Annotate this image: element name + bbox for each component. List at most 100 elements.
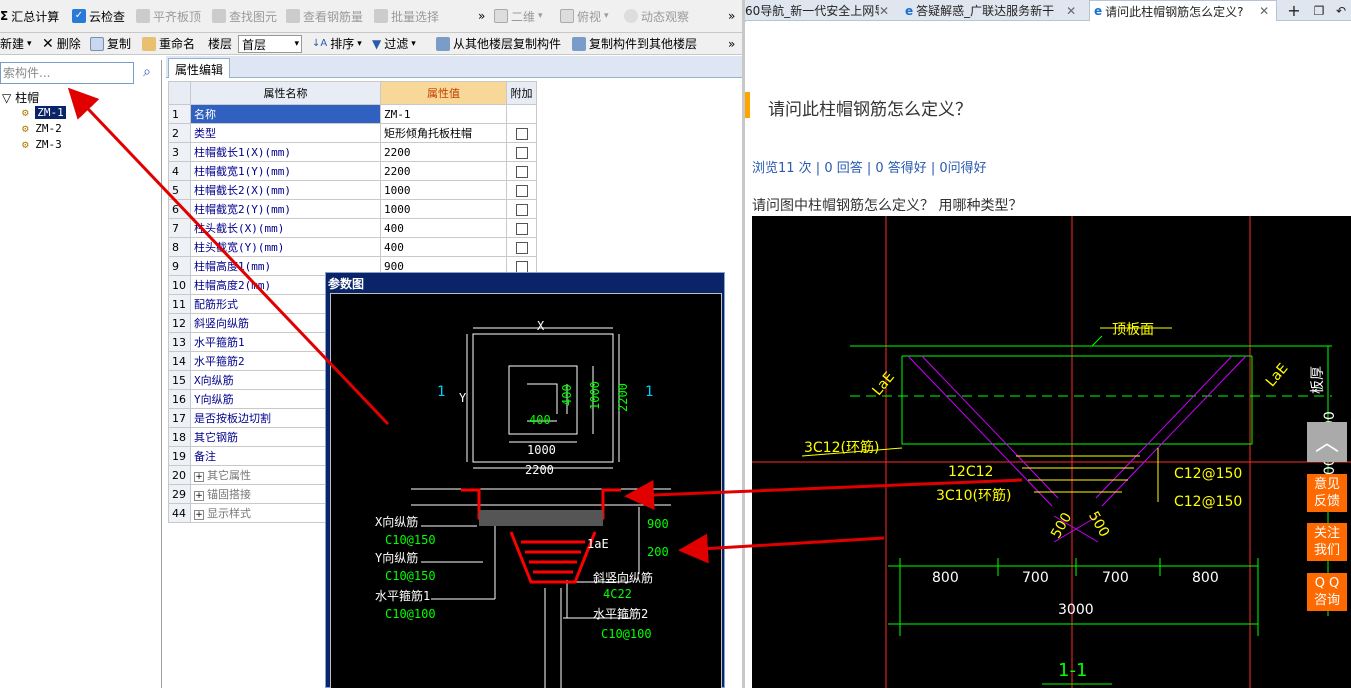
copy-to-floor-button[interactable]: 复制构件到其他楼层 [572, 33, 697, 54]
filter-button[interactable]: ▼ 过滤 ▾ [372, 33, 416, 54]
new-tab-button[interactable]: + [1283, 0, 1305, 21]
floor-select[interactable]: 首层 ▾ [238, 35, 302, 53]
property-value[interactable]: 2200 [380, 161, 507, 181]
tree-item-zm2[interactable]: ⚙ ZM-2 [22, 122, 62, 135]
table-row[interactable]: 4 柱帽截宽1(Y)(mm) 2200 [168, 161, 537, 181]
search-icon[interactable]: ⌕ [138, 64, 156, 82]
property-value[interactable]: 1000 [380, 199, 507, 219]
extra-checkbox[interactable] [515, 165, 528, 178]
close-icon[interactable]: ✕ [1259, 4, 1269, 18]
property-extra[interactable] [506, 199, 537, 219]
view-2d-dropdown[interactable]: 二维 ▾ [494, 0, 543, 32]
sort-button[interactable]: ↓A 排序 ▾ [312, 33, 362, 54]
header-extra: 附加 [506, 81, 537, 105]
feedback-button[interactable]: 意见 反馈 [1307, 474, 1347, 512]
property-name[interactable]: 柱帽截长2(X)(mm) [190, 180, 381, 200]
toolbar-more-2[interactable]: » [728, 0, 735, 32]
property-name-text: Y向纵筋 [194, 393, 234, 406]
cad-dim-total: 3000 [1058, 602, 1094, 618]
chevron-down-icon: ▾ [604, 11, 609, 21]
extra-checkbox[interactable] [515, 222, 528, 235]
browser-tab-2[interactable]: e 答疑解惑_广联达服务新干 ✕ [901, 0, 1083, 21]
toolbar-more-1[interactable]: » [478, 0, 485, 32]
property-extra[interactable] [506, 218, 537, 238]
extra-checkbox[interactable] [515, 146, 528, 159]
summary-calc-button[interactable]: Σ 汇总计算 [0, 0, 59, 32]
toolbar-more-3[interactable]: » [728, 33, 735, 54]
chevron-down-icon: ▾ [357, 38, 362, 49]
delete-button[interactable]: ✕ 删除 [42, 33, 81, 54]
back-to-top-button[interactable]: ︿ [1307, 422, 1347, 462]
close-icon[interactable]: ✕ [1066, 4, 1076, 18]
tree-item-zm3[interactable]: ⚙ ZM-3 [22, 138, 62, 151]
property-extra[interactable] [506, 180, 537, 200]
table-row[interactable]: 7 柱头截长(X)(mm) 400 [168, 218, 537, 238]
property-extra[interactable] [506, 123, 537, 143]
extra-checkbox[interactable] [515, 127, 528, 140]
browser-tab-1[interactable]: 60导航_新一代安全上网导 ✕ [745, 0, 895, 21]
main-toolbar: Σ 汇总计算 ✓ 云检查 平齐板顶 查找图元 查看钢筋量 批量选择 » 二维 ▾ 俯视… [0, 0, 742, 33]
table-row[interactable]: 5 柱帽截长2(X)(mm) 1000 [168, 180, 537, 200]
extra-checkbox[interactable] [515, 260, 528, 273]
extra-checkbox[interactable] [515, 241, 528, 254]
align-slab-top-button[interactable]: 平齐板顶 [136, 0, 201, 32]
value-hoop1: C10@100 [385, 607, 436, 621]
batch-select-button[interactable]: 批量选择 [374, 0, 439, 32]
rename-button[interactable]: 重命名 [142, 33, 195, 54]
extra-checkbox[interactable] [515, 203, 528, 216]
chevron-down-icon: ▾ [294, 39, 299, 49]
cloud-check-button[interactable]: ✓ 云检查 [72, 0, 125, 32]
property-name[interactable]: 柱帽截宽1(Y)(mm) [190, 161, 381, 181]
extra-checkbox[interactable] [515, 184, 528, 197]
param-diagram-dialog[interactable]: 参数图 X Y 1000 2200 X向纵筋 Y向纵筋 水平箍筋1 斜竖向纵筋 … [325, 272, 725, 688]
table-row[interactable]: 6 柱帽截宽2(Y)(mm) 1000 [168, 199, 537, 219]
row-number: 4 [168, 161, 191, 181]
tree-root[interactable]: ▽ 柱帽 [2, 89, 39, 106]
property-name[interactable]: 类型 [190, 123, 381, 143]
property-extra[interactable] [506, 161, 537, 181]
view-rebar-button[interactable]: 查看钢筋量 [286, 0, 363, 32]
property-extra[interactable] [506, 237, 537, 257]
tab-property-edit[interactable]: 属性编辑 [168, 58, 231, 78]
copy-from-floor-button[interactable]: 从其他楼层复制构件 [436, 33, 561, 54]
property-tab-bar: 属性编辑 [166, 56, 742, 78]
qq-consult-button[interactable]: Q Q 咨询 [1307, 573, 1347, 611]
property-name[interactable]: 柱头截宽(Y)(mm) [190, 237, 381, 257]
find-element-button[interactable]: 查找图元 [212, 0, 277, 32]
property-value[interactable]: 矩形倾角托板柱帽 [380, 123, 507, 143]
property-value[interactable]: 2200 [380, 142, 507, 162]
follow-us-button[interactable]: 关注 我们 [1307, 523, 1347, 561]
new-button[interactable]: 新建 ▾ [0, 33, 32, 54]
restore-icon[interactable]: ❐ [1309, 0, 1329, 21]
property-name[interactable]: 名称 [190, 104, 381, 124]
property-value[interactable]: ZM-1 [380, 104, 507, 124]
gear-icon: ⚙ [22, 122, 29, 135]
cad-lae-right: LaE [1263, 360, 1291, 390]
dynamic-view-button[interactable]: 动态观察 [624, 0, 689, 32]
property-name[interactable]: 柱头截长(X)(mm) [190, 218, 381, 238]
search-input[interactable]: 索构件... [0, 62, 134, 84]
component-toolbar: 新建 ▾ ✕ 删除 复制 重命名 楼层 首层 ▾ ↓A 排序 ▾ ▼ 过滤 ▾ 从其他楼层复制… [0, 33, 742, 55]
close-icon[interactable]: ✕ [879, 4, 889, 18]
property-name[interactable]: 柱帽截宽2(Y)(mm) [190, 199, 381, 219]
table-row[interactable]: 8 柱头截宽(Y)(mm) 400 [168, 237, 537, 257]
top-view-dropdown[interactable]: 俯视 ▾ [560, 0, 609, 32]
browser-tab-3[interactable]: e 请问此柱帽钢筋怎么定义? ✕ [1089, 0, 1277, 21]
expand-icon[interactable]: + [194, 510, 204, 520]
property-value[interactable]: 400 [380, 237, 507, 257]
chevron-down-icon: ▾ [27, 38, 32, 49]
undo-icon[interactable]: ↶ [1331, 0, 1351, 21]
table-row[interactable]: 1 名称 ZM-1 [168, 104, 537, 124]
property-name-text: 柱帽截长1(X)(mm) [194, 146, 291, 159]
copy-button[interactable]: 复制 [90, 33, 131, 54]
table-row[interactable]: 2 类型 矩形倾角托板柱帽 [168, 123, 537, 143]
property-extra[interactable] [506, 142, 537, 162]
property-value[interactable]: 1000 [380, 180, 507, 200]
expand-icon[interactable]: + [194, 472, 204, 482]
expand-icon[interactable]: + [194, 491, 204, 501]
property-value[interactable]: 400 [380, 218, 507, 238]
cad-ring2-label: 3C10(环筋) [936, 487, 1011, 504]
property-name[interactable]: 柱帽截长1(X)(mm) [190, 142, 381, 162]
tree-item-zm1[interactable]: ⚙ ZM-1 [22, 106, 66, 119]
table-row[interactable]: 3 柱帽截长1(X)(mm) 2200 [168, 142, 537, 162]
